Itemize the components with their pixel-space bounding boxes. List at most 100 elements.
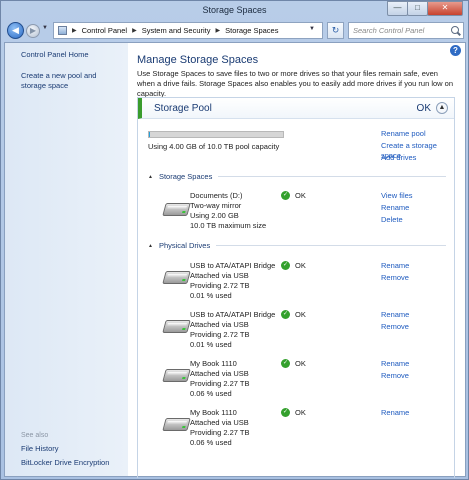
back-arrow-icon[interactable]: ◀ [7, 22, 24, 39]
window-title: Storage Spaces [202, 5, 267, 15]
status-text: OK [295, 408, 306, 417]
rename-drive-link[interactable]: Rename [381, 408, 409, 418]
hard-drive-icon [162, 418, 191, 431]
search-input[interactable]: Search Control Panel [348, 22, 464, 39]
history-dropdown-icon[interactable]: ▼ [42, 25, 48, 31]
drive-name: My Book 1110 [190, 359, 237, 368]
file-history-link[interactable]: File History [21, 444, 59, 454]
add-drives-link[interactable]: Add drives [381, 153, 416, 163]
drive-connection: Attached via USB [190, 271, 249, 280]
bitlocker-link[interactable]: BitLocker Drive Encryption [21, 458, 109, 468]
close-button[interactable]: ✕ [427, 1, 463, 16]
chevron-right-icon[interactable]: ▶ [215, 27, 220, 34]
collapse-icon[interactable]: ▲ [436, 102, 448, 114]
pool-title: Storage Pool [154, 103, 212, 114]
remove-drive-link[interactable]: Remove [381, 371, 409, 381]
remove-drive-link[interactable]: Remove [381, 273, 409, 283]
collapse-triangle-icon: ▲ [148, 173, 153, 180]
drive-details: My Book 1110 Attached via USB Providing … [190, 359, 249, 399]
see-also-label: See also [21, 432, 49, 439]
storage-space-name: Documents (D:) [190, 191, 243, 200]
help-icon[interactable]: ? [450, 45, 461, 56]
drive-led-icon [182, 211, 186, 213]
chevron-right-icon[interactable]: ▶ [132, 27, 137, 34]
hard-drive-icon [162, 271, 191, 284]
remove-drive-link[interactable]: Remove [381, 322, 409, 332]
drive-details: USB to ATA/ATAPI Bridge Attached via USB… [190, 310, 275, 350]
content-area: Control Panel Home Create a new pool and… [4, 42, 466, 478]
view-files-link[interactable]: View files [381, 191, 413, 201]
status-badge: ✓ OK [281, 191, 306, 200]
drive-usage: 0.06 % used [190, 389, 232, 398]
check-icon: ✓ [281, 191, 290, 200]
drive-details: USB to ATA/ATAPI Bridge Attached via USB… [190, 261, 275, 301]
status-text: OK [295, 191, 306, 200]
physical-drives-section-header[interactable]: ▲ Physical Drives [148, 241, 446, 250]
drive-usage: 0.01 % used [190, 291, 232, 300]
page-description: Use Storage Spaces to save files to two … [137, 69, 454, 98]
drive-led-icon [182, 279, 186, 281]
pool-capacity-bar [148, 131, 284, 138]
control-panel-home-link[interactable]: Control Panel Home [21, 50, 89, 60]
refresh-icon[interactable]: ↻ [327, 22, 344, 39]
drive-capacity: Providing 2.72 TB [190, 330, 250, 339]
status-text: OK [295, 310, 306, 319]
minimize-button[interactable]: — [387, 1, 408, 16]
drive-led-icon [182, 328, 186, 330]
breadcrumb-storage-spaces[interactable]: Storage Spaces [225, 26, 278, 35]
pool-capacity-text: Using 4.00 GB of 10.0 TB pool capacity [148, 142, 280, 151]
drive-name: USB to ATA/ATAPI Bridge [190, 310, 276, 319]
section-label: Physical Drives [158, 241, 211, 250]
create-pool-link[interactable]: Create a new pool and storage space [21, 71, 121, 91]
hard-drive-icon [162, 320, 191, 333]
breadcrumb-system-security[interactable]: System and Security [142, 26, 211, 35]
drive-connection: Attached via USB [190, 418, 249, 427]
hard-drive-icon [162, 369, 191, 382]
storage-spaces-section-header[interactable]: ▲ Storage Spaces [148, 172, 446, 181]
storage-space-max-size: 10.0 TB maximum size [190, 221, 267, 230]
check-icon: ✓ [281, 310, 290, 319]
title-bar: Storage Spaces — □ ✕ [1, 1, 468, 21]
rename-drive-link[interactable]: Rename [381, 359, 409, 369]
delete-space-link[interactable]: Delete [381, 215, 403, 225]
section-divider [216, 245, 446, 246]
rename-drive-link[interactable]: Rename [381, 261, 409, 271]
forward-arrow-icon[interactable]: ▶ [26, 24, 40, 38]
hard-drive-icon [162, 203, 191, 216]
pool-header[interactable]: Storage Pool OK ▲ [138, 98, 454, 119]
status-badge: ✓ OK [281, 261, 306, 270]
check-icon: ✓ [281, 261, 290, 270]
storage-space-details: Documents (D:) Two-way mirror Using 2.00… [190, 191, 266, 231]
drive-name: My Book 1110 [190, 408, 237, 417]
search-placeholder: Search Control Panel [353, 26, 425, 35]
drive-name: USB to ATA/ATAPI Bridge [190, 261, 276, 270]
drive-usage: 0.01 % used [190, 340, 232, 349]
status-badge: ✓ OK [281, 408, 306, 417]
check-icon: ✓ [281, 359, 290, 368]
window: Storage Spaces — □ ✕ ◀ ▶ ▼ ▶ Control Pan… [0, 0, 469, 480]
drive-usage: 0.06 % used [190, 438, 232, 447]
collapse-triangle-icon: ▲ [148, 242, 153, 249]
chevron-right-icon[interactable]: ▶ [72, 27, 77, 34]
drive-connection: Attached via USB [190, 320, 249, 329]
rename-space-link[interactable]: Rename [381, 203, 409, 213]
breadcrumb-control-panel[interactable]: Control Panel [82, 26, 127, 35]
section-divider [218, 176, 446, 177]
drive-capacity: Providing 2.27 TB [190, 379, 250, 388]
storage-space-resiliency: Two-way mirror [190, 201, 242, 210]
storage-pool-panel: Storage Pool OK ▲ Using 4.00 GB of 10.0 … [137, 97, 455, 478]
drive-led-icon [182, 377, 186, 379]
search-icon[interactable] [451, 26, 459, 34]
page-title: Manage Storage Spaces [137, 54, 259, 66]
address-bar[interactable]: ▶ Control Panel ▶ System and Security ▶ … [53, 22, 323, 39]
drive-capacity: Providing 2.72 TB [190, 281, 250, 290]
maximize-button[interactable]: □ [407, 1, 428, 16]
navigation-bar: ◀ ▶ ▼ ▶ Control Panel ▶ System and Secur… [5, 21, 466, 41]
status-badge: ✓ OK [281, 359, 306, 368]
storage-space-usage: Using 2.00 GB [190, 211, 239, 220]
address-dropdown-icon[interactable]: ▼ [305, 23, 319, 36]
rename-drive-link[interactable]: Rename [381, 310, 409, 320]
section-label: Storage Spaces [158, 172, 213, 181]
status-text: OK [295, 359, 306, 368]
rename-pool-link[interactable]: Rename pool [381, 129, 426, 139]
